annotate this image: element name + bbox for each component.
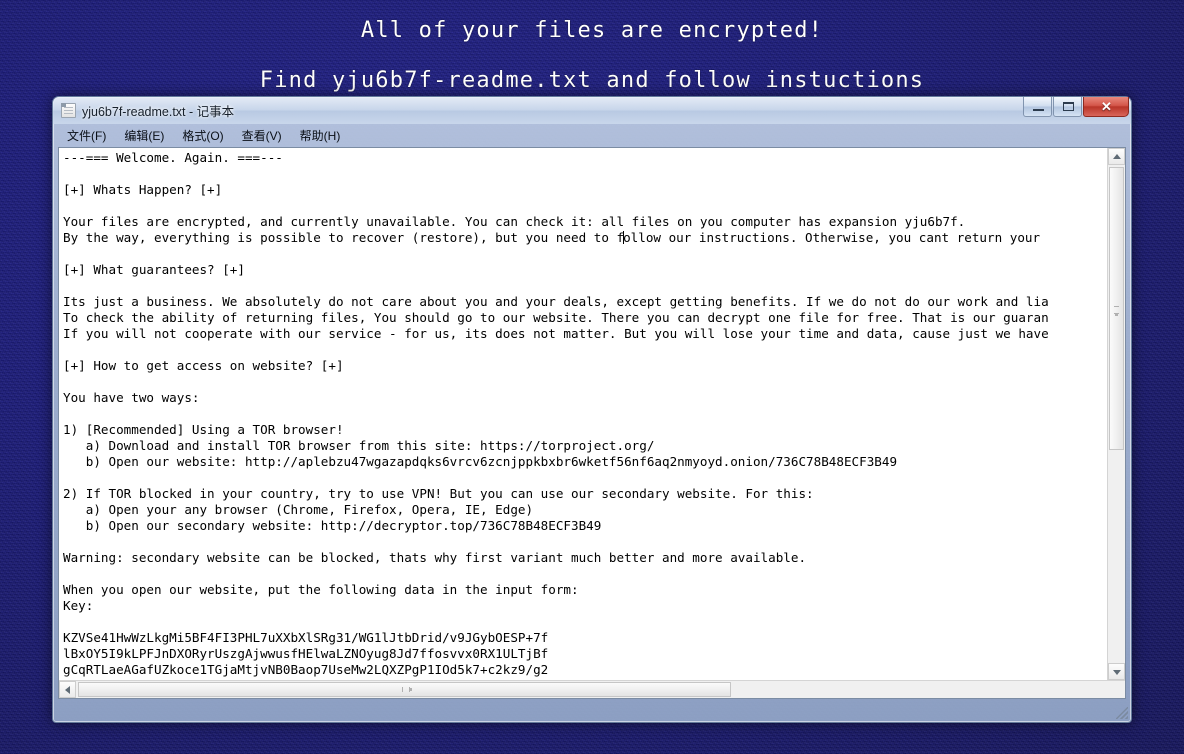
scroll-up-button[interactable]: [1108, 148, 1125, 165]
vertical-scroll-thumb[interactable]: [1109, 167, 1124, 450]
window-resize-grip[interactable]: [1116, 707, 1128, 719]
maximize-icon: [1063, 102, 1074, 111]
horizontal-scroll-thumb[interactable]: [78, 682, 731, 697]
menu-item-edit[interactable]: 编辑(E): [115, 126, 173, 146]
triangle-up-icon: [1113, 154, 1121, 159]
editor-client-area[interactable]: ---=== Welcome. Again. ===--- [+] Whats …: [58, 147, 1126, 699]
window-titlebar[interactable]: yju6b7f-readme.txt - 记事本 ✕: [53, 97, 1131, 124]
text-editor[interactable]: ---=== Welcome. Again. ===--- [+] Whats …: [59, 148, 1107, 680]
scrollbar-corner: [1108, 681, 1125, 698]
scroll-down-button[interactable]: [1108, 663, 1125, 680]
minimize-button[interactable]: [1023, 97, 1052, 117]
triangle-down-icon: [1113, 670, 1121, 675]
close-button[interactable]: ✕: [1083, 97, 1129, 117]
horizontal-scrollbar[interactable]: [59, 680, 1125, 698]
notepad-window[interactable]: yju6b7f-readme.txt - 记事本 ✕ 文件(F) 编辑(E) 格…: [52, 96, 1132, 723]
banner-subline: Find yju6b7f-readme.txt and follow instu…: [259, 68, 925, 93]
menu-item-help[interactable]: 帮助(H): [291, 126, 350, 146]
close-icon: ✕: [1101, 99, 1112, 114]
notepad-document-icon: [61, 103, 76, 118]
scroll-left-button[interactable]: [59, 681, 76, 698]
window-controls[interactable]: ✕: [1022, 97, 1129, 118]
document-text[interactable]: ---=== Welcome. Again. ===--- [+] Whats …: [63, 150, 1107, 680]
maximize-button[interactable]: [1053, 97, 1082, 117]
document-text-after-caret: ollow our instructions. Otherwise, you c…: [63, 230, 1049, 680]
vertical-scrollbar[interactable]: [1107, 148, 1125, 680]
ransom-banner: All of your files are encrypted! Find yj…: [0, 0, 1184, 93]
minimize-icon: [1033, 109, 1044, 111]
triangle-left-icon: [65, 686, 70, 694]
window-title: yju6b7f-readme.txt - 记事本: [82, 105, 235, 119]
menu-item-format[interactable]: 格式(O): [173, 126, 232, 146]
menu-item-file[interactable]: 文件(F): [58, 126, 115, 146]
menu-bar[interactable]: 文件(F) 编辑(E) 格式(O) 查看(V) 帮助(H): [58, 126, 1126, 146]
banner-headline: All of your files are encrypted!: [360, 18, 824, 43]
menu-item-view[interactable]: 查看(V): [233, 126, 291, 146]
